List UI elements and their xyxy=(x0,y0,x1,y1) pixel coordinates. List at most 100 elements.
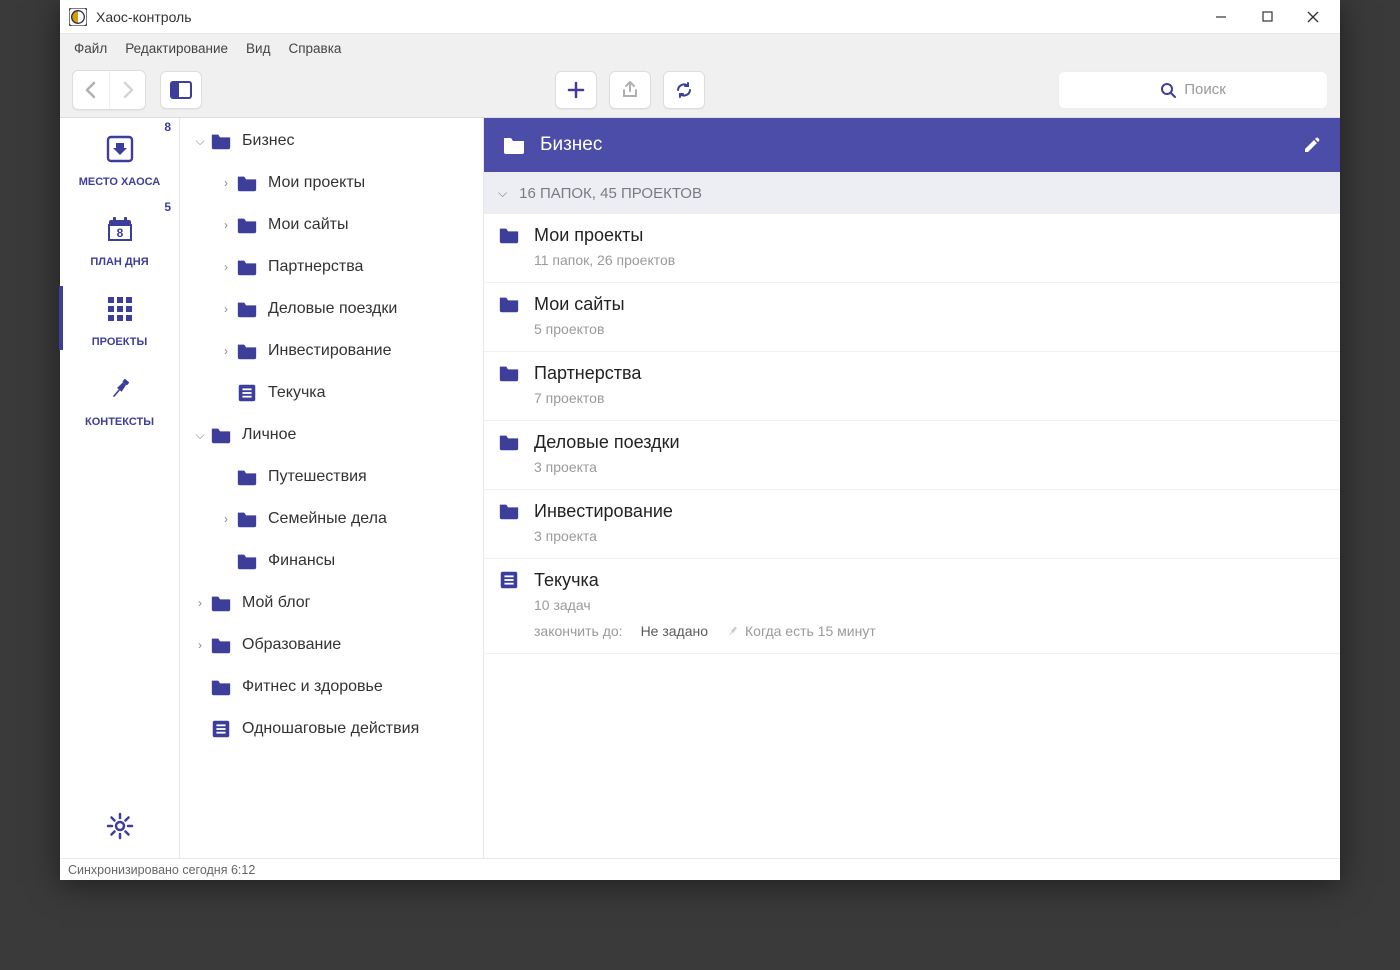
folder-icon xyxy=(236,298,258,320)
list-item[interactable]: Текучка 10 задач закончить до:Не заданоКог… xyxy=(484,559,1340,654)
chevron-right-icon: › xyxy=(190,638,210,652)
nav-plan-label: ПЛАН ДНЯ xyxy=(90,256,148,268)
chevron-right-icon: › xyxy=(216,176,236,190)
tree-my-sites[interactable]: ›Мои сайты xyxy=(180,204,483,246)
menu-file[interactable]: Файл xyxy=(66,37,115,60)
folder-icon xyxy=(210,676,232,698)
list-item[interactable]: Партнерства7 проектов xyxy=(484,352,1340,421)
list-item[interactable]: Инвестирование 3 проекта xyxy=(484,490,1340,559)
toolbar: Поиск xyxy=(60,62,1340,118)
item-sub: 11 папок, 26 проектов xyxy=(534,252,1326,268)
folder-icon xyxy=(210,424,232,446)
left-nav: 8 МЕСТО ХАОСА 5 8 ПЛАН ДНЯ ПРОЕКТЫ КОНТЕ… xyxy=(60,118,180,858)
tree-partnerships[interactable]: ›Партнерства xyxy=(180,246,483,288)
calendar-icon: 8 xyxy=(103,212,137,246)
close-button[interactable] xyxy=(1290,2,1336,32)
list-icon xyxy=(210,718,232,740)
grid-icon xyxy=(103,292,137,326)
tree-education[interactable]: ›Образование xyxy=(180,624,483,666)
tree-travel[interactable]: ›Путешествия xyxy=(180,456,483,498)
item-meta: закончить до:Не заданоКогда есть 15 мину… xyxy=(534,623,1326,639)
folder-icon xyxy=(236,340,258,362)
menu-help[interactable]: Справка xyxy=(280,37,349,60)
chevron-down-icon: ⌵ xyxy=(190,134,210,149)
app-window: Хаос-контроль Файл Редактирование Вид Сп… xyxy=(60,0,1340,880)
item-sub: 7 проектов xyxy=(534,390,1326,406)
summary-text: 16 ПАПОК, 45 ПРОЕКТОВ xyxy=(519,185,702,202)
add-button[interactable] xyxy=(555,71,597,109)
item-sub: 3 проекта xyxy=(534,528,1326,544)
settings-button[interactable] xyxy=(106,812,134,840)
sync-button[interactable] xyxy=(663,71,705,109)
tree-my-projects[interactable]: ›Мои проекты xyxy=(180,162,483,204)
main-list: Мои проекты 11 папок, 26 проектов Мои сайт… xyxy=(484,214,1340,858)
item-title: Инвестирование xyxy=(534,501,673,522)
search-placeholder: Поиск xyxy=(1184,81,1226,98)
nav-plan[interactable]: 5 8 ПЛАН ДНЯ xyxy=(60,198,179,278)
tree-blog[interactable]: ›Мой блог xyxy=(180,582,483,624)
folder-tree: ⌵Бизнес ›Мои проекты ›Мои сайты ›Партнер… xyxy=(180,118,484,858)
tree-personal[interactable]: ⌵Личное xyxy=(180,414,483,456)
folder-icon xyxy=(236,172,258,194)
item-sub: 5 проектов xyxy=(534,321,1326,337)
folder-icon xyxy=(210,130,232,152)
pin-icon xyxy=(103,372,137,406)
folder-icon xyxy=(210,592,232,614)
nav-projects[interactable]: ПРОЕКТЫ xyxy=(60,278,179,358)
nav-contexts[interactable]: КОНТЕКСТЫ xyxy=(60,358,179,438)
tree-one-step[interactable]: ›Одношаговые действия xyxy=(180,708,483,750)
list-item[interactable]: Мои проекты 11 папок, 26 проектов xyxy=(484,214,1340,283)
tree-investing[interactable]: ›Инвестирование xyxy=(180,330,483,372)
folder-icon xyxy=(236,550,258,572)
share-button[interactable] xyxy=(609,71,651,109)
chevron-right-icon: › xyxy=(216,344,236,358)
main-summary[interactable]: ⌵ 16 ПАПОК, 45 ПРОЕКТОВ xyxy=(484,172,1340,214)
main-panel: Бизнес ⌵ 16 ПАПОК, 45 ПРОЕКТОВ Мои проек… xyxy=(484,118,1340,858)
chevron-down-icon: ⌵ xyxy=(190,428,210,443)
nav-back-forward xyxy=(72,70,146,110)
item-sub: 3 проекта xyxy=(534,459,1326,475)
search-icon xyxy=(1160,82,1176,98)
titlebar: Хаос-контроль xyxy=(60,0,1340,34)
toggle-panel-button[interactable] xyxy=(160,71,202,109)
item-sub: 10 задач xyxy=(534,597,1326,613)
tree-business[interactable]: ⌵Бизнес xyxy=(180,120,483,162)
nav-plan-badge: 5 xyxy=(164,200,171,214)
list-item[interactable]: Мои сайты 5 проектов xyxy=(484,283,1340,352)
edit-button[interactable] xyxy=(1302,135,1322,155)
tree-family[interactable]: ›Семейные дела xyxy=(180,498,483,540)
chevron-right-icon: › xyxy=(190,596,210,610)
menu-edit[interactable]: Редактирование xyxy=(117,37,236,60)
back-button[interactable] xyxy=(73,71,109,109)
chevron-right-icon: › xyxy=(216,512,236,526)
forward-button[interactable] xyxy=(109,71,145,109)
item-title: Текучка xyxy=(534,570,599,591)
item-title: Мои сайты xyxy=(534,294,625,315)
tree-finance[interactable]: ›Финансы xyxy=(180,540,483,582)
svg-text:8: 8 xyxy=(116,226,123,240)
chevron-down-icon: ⌵ xyxy=(498,186,507,201)
nav-chaos-label: МЕСТО ХАОСА xyxy=(79,176,161,188)
tree-routine[interactable]: ›Текучка xyxy=(180,372,483,414)
tree-fitness[interactable]: ›Фитнес и здоровье xyxy=(180,666,483,708)
item-title: Деловые поездки xyxy=(534,432,680,453)
app-title: Хаос-контроль xyxy=(96,9,192,25)
app-icon xyxy=(68,7,88,27)
maximize-button[interactable] xyxy=(1244,2,1290,32)
search-input[interactable]: Поиск xyxy=(1058,71,1328,109)
tree-business-trips[interactable]: ›Деловые поездки xyxy=(180,288,483,330)
main-title: Бизнес xyxy=(540,134,602,156)
folder-icon xyxy=(236,466,258,488)
folder-icon xyxy=(502,133,526,157)
nav-chaos-badge: 8 xyxy=(164,120,171,134)
nav-projects-label: ПРОЕКТЫ xyxy=(92,336,147,348)
statusbar: Синхронизировано сегодня 6:12 xyxy=(60,858,1340,880)
minimize-button[interactable] xyxy=(1198,2,1244,32)
list-item[interactable]: Деловые поездки 3 проекта xyxy=(484,421,1340,490)
menu-view[interactable]: Вид xyxy=(238,37,278,60)
nav-chaos[interactable]: 8 МЕСТО ХАОСА xyxy=(60,118,179,198)
nav-contexts-label: КОНТЕКСТЫ xyxy=(85,416,154,428)
menubar: Файл Редактирование Вид Справка xyxy=(60,34,1340,62)
item-title: Мои проекты xyxy=(534,225,643,246)
inbox-icon xyxy=(103,132,137,166)
